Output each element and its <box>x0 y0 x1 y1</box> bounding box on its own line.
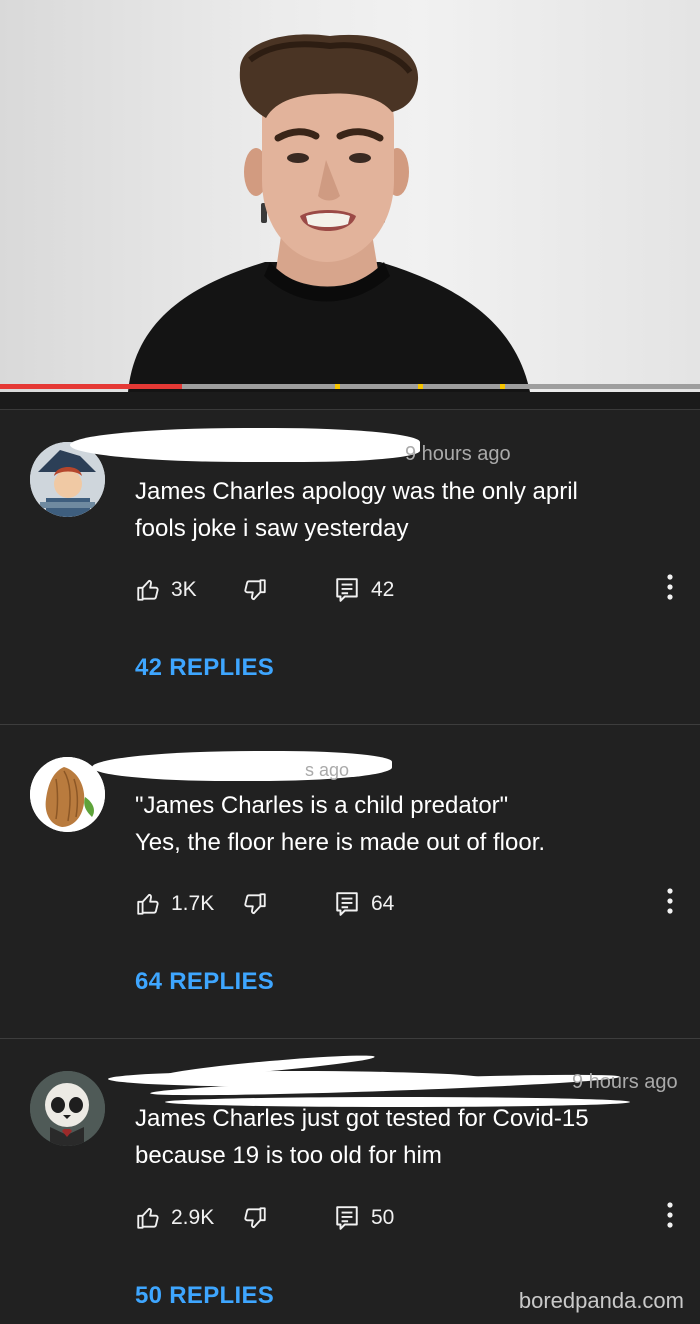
reply-count: 42 <box>371 578 395 601</box>
watermark: boredpanda.com <box>518 1288 684 1313</box>
more-options-button[interactable] <box>665 573 675 601</box>
more-options-button[interactable] <box>665 887 675 915</box>
comment-actions: 2.9K 50 <box>135 1201 675 1233</box>
dislike-button[interactable] <box>242 577 268 603</box>
reply-button[interactable]: 42 <box>335 577 394 603</box>
like-count: 1.7K <box>171 892 215 915</box>
video-progress-played <box>0 384 182 389</box>
comment-text: "James Charles is a child predator" Yes,… <box>135 787 655 861</box>
thumbs-up-icon <box>137 579 159 601</box>
like-button[interactable]: 2.9K <box>135 1205 214 1231</box>
dislike-button[interactable] <box>242 1205 268 1231</box>
reply-count: 50 <box>371 1206 395 1229</box>
skull-avatar-icon <box>30 1071 105 1146</box>
video-progress-bar[interactable] <box>0 384 700 389</box>
reply-icon <box>336 892 358 916</box>
comment-text: James Charles apology was the only april… <box>135 473 655 547</box>
comment-actions: 1.7K 64 <box>135 887 675 919</box>
chapter-marker <box>500 384 505 389</box>
view-replies-link[interactable]: 64 REPLIES <box>135 968 274 996</box>
comment-text-line: "James Charles is a child predator" <box>135 792 509 819</box>
chapter-marker <box>335 384 340 389</box>
more-vertical-icon <box>667 574 673 600</box>
dislike-button[interactable] <box>242 891 268 917</box>
reply-count: 64 <box>371 892 395 915</box>
comment-item: 9 hours ago James Charles apology was th… <box>0 410 700 724</box>
comment-timestamp: 9 hours ago <box>572 1071 678 1093</box>
comment-actions: 3K 42 <box>135 573 675 605</box>
skull-avatar[interactable] <box>30 1071 105 1146</box>
comment-text-line: James Charles apology was the only april <box>135 478 578 505</box>
more-vertical-icon <box>667 1202 673 1228</box>
comment-text-line: fools joke i saw yesterday <box>135 515 409 542</box>
reply-button[interactable]: 64 <box>335 891 394 917</box>
redaction-mark <box>70 428 420 462</box>
more-vertical-icon <box>667 888 673 914</box>
reply-icon <box>336 578 358 602</box>
like-button[interactable]: 3K <box>135 577 197 603</box>
video-frame-person <box>128 34 530 392</box>
thumbs-up-icon <box>137 893 159 915</box>
reply-button[interactable]: 50 <box>335 1205 394 1231</box>
view-replies-link[interactable]: 42 REPLIES <box>135 654 274 682</box>
like-count: 2.9K <box>171 1206 215 1229</box>
divider <box>0 392 700 410</box>
thumbs-up-icon <box>137 1207 159 1229</box>
thumbs-down-icon <box>244 1207 266 1229</box>
comment-item: 9 hours ago James Charles just got teste… <box>0 1039 700 1324</box>
chapter-marker <box>418 384 423 389</box>
comment-text-line: because 19 is too old for him <box>135 1142 442 1169</box>
view-replies-link[interactable]: 50 REPLIES <box>135 1282 274 1310</box>
comment-text: James Charles just got tested for Covid-… <box>135 1100 655 1174</box>
like-button[interactable]: 1.7K <box>135 891 214 917</box>
comment-timestamp: 9 hours ago <box>405 443 511 465</box>
thumbs-down-icon <box>244 579 266 601</box>
more-options-button[interactable] <box>665 1201 675 1229</box>
comment-text-line: Yes, the floor here is made out of floor… <box>135 829 546 856</box>
comment-item: s ago "James Charles is a child predator… <box>0 725 700 1039</box>
video-player[interactable] <box>0 0 700 392</box>
comment-text-line: James Charles just got tested for Covid-… <box>135 1105 589 1132</box>
reply-icon <box>336 1206 358 1230</box>
comment-timestamp: s ago <box>305 760 350 780</box>
thumbs-down-icon <box>244 893 266 915</box>
like-count: 3K <box>171 578 197 601</box>
